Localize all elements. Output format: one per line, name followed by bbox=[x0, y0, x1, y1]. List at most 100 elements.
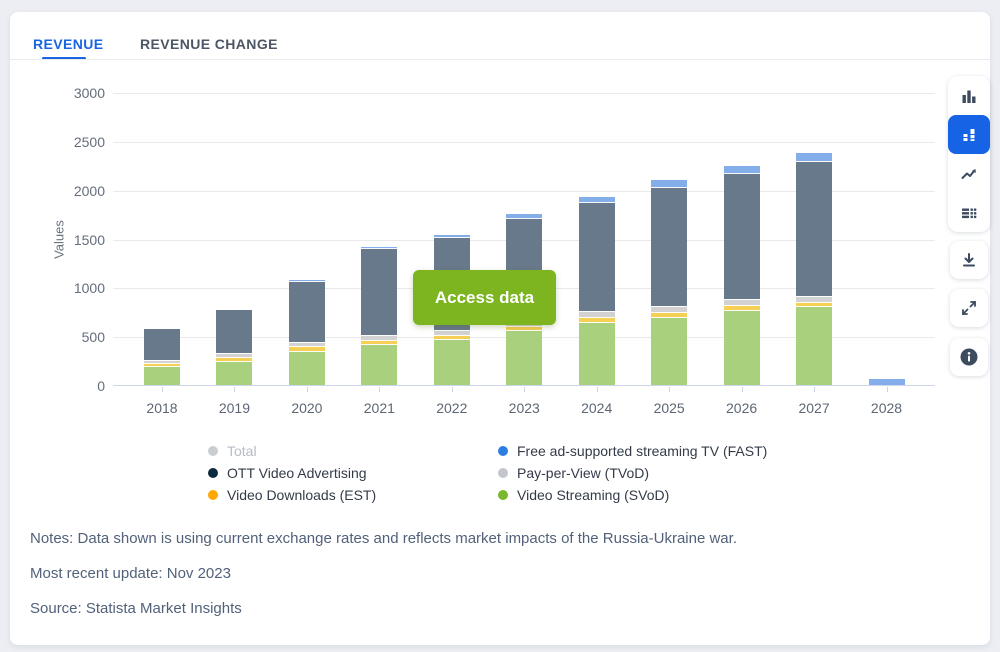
x-tickmark bbox=[597, 387, 598, 392]
source-text: Source: Statista Market Insights bbox=[30, 600, 242, 617]
y-tick-label: 0 bbox=[45, 378, 105, 394]
x-tickmark bbox=[162, 387, 163, 392]
legend-dot bbox=[498, 446, 508, 456]
bar-segment bbox=[361, 344, 397, 385]
x-tick-label: 2028 bbox=[855, 400, 919, 416]
bar-segment bbox=[216, 361, 252, 385]
legend-label: Video Downloads (EST) bbox=[227, 487, 376, 503]
table-view-icon bbox=[960, 204, 978, 222]
bar-2019[interactable] bbox=[216, 310, 252, 385]
bar-segment bbox=[724, 173, 760, 299]
bar-segment bbox=[796, 306, 832, 385]
stacked-chart-icon bbox=[960, 126, 978, 144]
bar-segment bbox=[579, 202, 615, 311]
access-data-button[interactable]: Access data bbox=[413, 270, 556, 325]
legend-item[interactable]: OTT Video Advertising bbox=[208, 462, 376, 483]
y-tick-label: 500 bbox=[45, 329, 105, 345]
legend-label: Video Streaming (SVoD) bbox=[517, 487, 669, 503]
bar-segment bbox=[216, 310, 252, 353]
y-tick-label: 2000 bbox=[45, 183, 105, 199]
chart-card: REVENUE REVENUE CHANGE Values 0500100015… bbox=[10, 12, 990, 645]
x-tickmark bbox=[379, 387, 380, 392]
stacked-chart-button[interactable] bbox=[948, 115, 990, 154]
bar-2024[interactable] bbox=[579, 197, 615, 385]
bar-segment bbox=[289, 281, 325, 343]
tab-revenue-change[interactable]: REVENUE CHANGE bbox=[140, 36, 278, 52]
x-tick-label: 2025 bbox=[637, 400, 701, 416]
x-tick-label: 2020 bbox=[275, 400, 339, 416]
bar-2020[interactable] bbox=[289, 280, 325, 385]
x-tickmark bbox=[669, 387, 670, 392]
plot-area bbox=[113, 93, 935, 386]
column-chart-button[interactable] bbox=[948, 76, 990, 115]
tabs-divider bbox=[10, 59, 990, 60]
legend-item[interactable]: Total bbox=[208, 440, 376, 461]
gridline bbox=[113, 93, 935, 94]
legend-dot bbox=[498, 490, 508, 500]
bar-segment bbox=[724, 166, 760, 173]
line-chart-button[interactable] bbox=[948, 154, 990, 193]
x-tick-label: 2023 bbox=[492, 400, 556, 416]
download-button[interactable] bbox=[950, 241, 988, 279]
bar-2025[interactable] bbox=[651, 180, 687, 385]
bar-segment bbox=[506, 330, 542, 385]
download-icon bbox=[960, 251, 978, 269]
x-tick-label: 2022 bbox=[420, 400, 484, 416]
x-tickmark bbox=[452, 387, 453, 392]
bar-segment bbox=[651, 180, 687, 187]
bar-segment bbox=[796, 161, 832, 296]
x-tick-label: 2027 bbox=[782, 400, 846, 416]
legend-dot bbox=[208, 446, 218, 456]
bar-segment bbox=[651, 187, 687, 306]
x-tick-label: 2019 bbox=[202, 400, 266, 416]
legend-column-2: Free ad-supported streaming TV (FAST) Pay… bbox=[498, 440, 767, 506]
bar-segment bbox=[869, 379, 905, 385]
line-chart-icon bbox=[960, 165, 978, 183]
bar-segment bbox=[724, 310, 760, 385]
legend-column-1: Total OTT Video Advertising Video Download… bbox=[208, 440, 376, 506]
legend-item[interactable]: Pay-per-View (TVoD) bbox=[498, 462, 767, 483]
bar-2027[interactable] bbox=[796, 153, 832, 385]
legend-label: Free ad-supported streaming TV (FAST) bbox=[517, 443, 767, 459]
legend-item[interactable]: Video Downloads (EST) bbox=[208, 484, 376, 505]
info-icon bbox=[959, 347, 979, 367]
x-tickmark bbox=[887, 387, 888, 392]
y-tick-label: 1500 bbox=[45, 232, 105, 248]
update-text: Most recent update: Nov 2023 bbox=[30, 565, 231, 582]
bar-segment bbox=[289, 351, 325, 385]
x-tick-label: 2024 bbox=[565, 400, 629, 416]
y-tick-label: 3000 bbox=[45, 85, 105, 101]
x-tickmark bbox=[742, 387, 743, 392]
bar-2021[interactable] bbox=[361, 247, 397, 385]
bar-2018[interactable] bbox=[144, 329, 180, 385]
bar-segment bbox=[361, 248, 397, 335]
bar-2028[interactable] bbox=[869, 379, 905, 385]
notes-text: Notes: Data shown is using current excha… bbox=[30, 530, 737, 547]
table-view-button[interactable] bbox=[948, 193, 990, 232]
legend-dot bbox=[498, 468, 508, 478]
bar-segment bbox=[579, 322, 615, 385]
x-tick-label: 2018 bbox=[130, 400, 194, 416]
bar-segment bbox=[434, 339, 470, 385]
legend-dot bbox=[208, 490, 218, 500]
legend-item[interactable]: Video Streaming (SVoD) bbox=[498, 484, 767, 505]
fullscreen-button[interactable] bbox=[950, 289, 988, 327]
bar-segment bbox=[144, 366, 180, 385]
legend-item[interactable]: Free ad-supported streaming TV (FAST) bbox=[498, 440, 767, 461]
tab-revenue[interactable]: REVENUE bbox=[33, 36, 103, 52]
column-chart-icon bbox=[960, 87, 978, 105]
bar-segment bbox=[796, 153, 832, 161]
y-tick-label: 1000 bbox=[45, 280, 105, 296]
bar-segment bbox=[651, 317, 687, 385]
legend-label: Pay-per-View (TVoD) bbox=[517, 465, 649, 481]
legend-dot bbox=[208, 468, 218, 478]
x-tickmark bbox=[524, 387, 525, 392]
x-tickmark bbox=[307, 387, 308, 392]
gridline bbox=[113, 142, 935, 143]
info-button[interactable] bbox=[950, 338, 988, 376]
bar-2026[interactable] bbox=[724, 166, 760, 385]
legend-label: Total bbox=[227, 443, 257, 459]
fullscreen-icon bbox=[960, 299, 978, 317]
chart-type-switcher bbox=[948, 76, 990, 232]
x-tick-label: 2021 bbox=[347, 400, 411, 416]
